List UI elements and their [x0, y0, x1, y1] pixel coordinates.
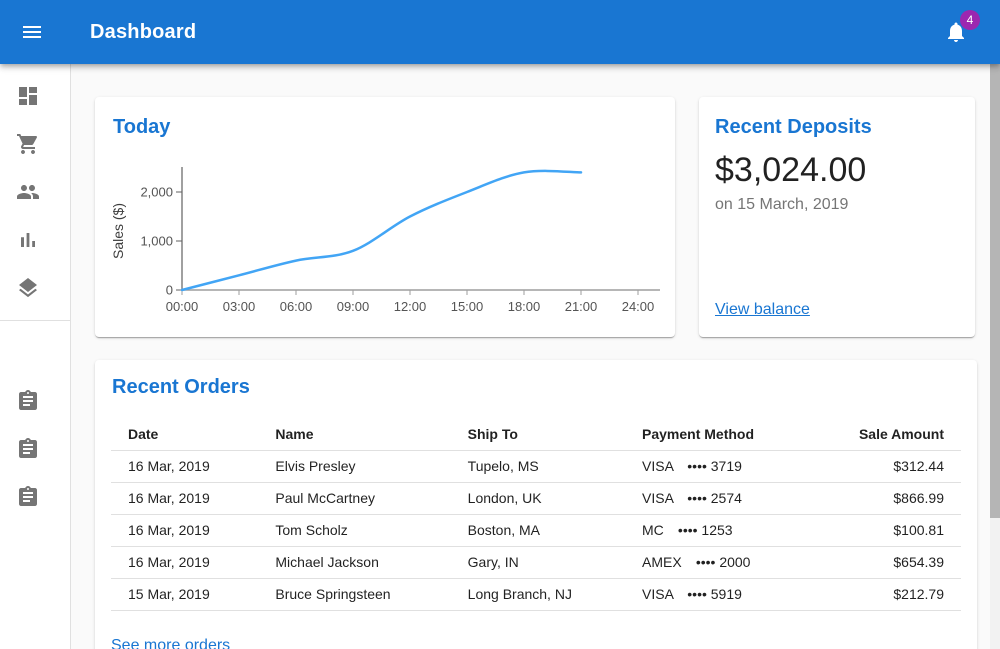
svg-text:2,000: 2,000 [140, 185, 173, 200]
notification-badge: 4 [960, 10, 980, 30]
table-row: 15 Mar, 2019Bruce SpringsteenLong Branch… [111, 578, 961, 610]
scrollbar-thumb[interactable] [990, 64, 1000, 518]
orders-table-body: 16 Mar, 2019Elvis PresleyTupelo, MSVISA … [111, 450, 961, 610]
table-cell: $654.39 [843, 546, 961, 578]
hamburger-icon [20, 20, 44, 44]
table-cell: Michael Jackson [259, 546, 451, 578]
assignment-icon [16, 437, 40, 461]
table-row: 16 Mar, 2019Paul McCartneyLondon, UKVISA… [111, 482, 961, 514]
scrollbar-track[interactable] [990, 64, 1000, 649]
sidebar-divider [0, 320, 70, 321]
svg-text:Sales ($): Sales ($) [110, 203, 126, 259]
table-cell: $100.81 [843, 514, 961, 546]
table-header-cell: Payment Method [626, 418, 843, 450]
table-cell: $312.44 [843, 450, 961, 482]
svg-text:21:00: 21:00 [565, 299, 598, 314]
sidebar-item-report-1[interactable] [0, 377, 70, 425]
table-cell: 15 Mar, 2019 [111, 578, 259, 610]
page-title: Dashboard [90, 0, 196, 64]
table-cell: AMEX ⠀•••• 2000 [626, 546, 843, 578]
table-row: 16 Mar, 2019Michael JacksonGary, INAMEX … [111, 546, 961, 578]
svg-text:03:00: 03:00 [223, 299, 256, 314]
bar-chart-icon [16, 228, 40, 252]
svg-text:12:00: 12:00 [394, 299, 427, 314]
sidebar-item-integrations[interactable] [0, 264, 70, 312]
svg-text:24:00: 24:00 [622, 299, 655, 314]
deposits-card-title: Recent Deposits [715, 113, 872, 141]
deposit-date: on 15 March, 2019 [715, 196, 848, 214]
sidebar-item-dashboard[interactable] [0, 72, 70, 120]
table-header-cell: Name [259, 418, 451, 450]
table-cell: Long Branch, NJ [452, 578, 626, 610]
table-cell: VISA ⠀•••• 3719 [626, 450, 843, 482]
table-header-row: DateNameShip ToPayment MethodSale Amount [111, 418, 961, 450]
sidebar-item-orders[interactable] [0, 120, 70, 168]
deposit-amount: $3,024.00 [715, 149, 866, 191]
orders-table: DateNameShip ToPayment MethodSale Amount… [111, 418, 961, 611]
layers-icon [16, 276, 40, 300]
svg-text:00:00: 00:00 [166, 299, 199, 314]
svg-text:1,000: 1,000 [140, 234, 173, 249]
table-cell: Bruce Springsteen [259, 578, 451, 610]
view-balance-link[interactable]: View balance [715, 301, 810, 319]
table-cell: Tom Scholz [259, 514, 451, 546]
table-cell: MC ⠀•••• 1253 [626, 514, 843, 546]
table-row: 16 Mar, 2019Elvis PresleyTupelo, MSVISA … [111, 450, 961, 482]
table-cell: $212.79 [843, 578, 961, 610]
menu-button[interactable] [20, 20, 44, 44]
dashboard-icon [16, 84, 40, 108]
people-icon [16, 180, 40, 204]
sidebar-item-customers[interactable] [0, 168, 70, 216]
svg-text:09:00: 09:00 [337, 299, 370, 314]
shopping-cart-icon [16, 132, 40, 156]
sidebar-item-report-3[interactable] [0, 473, 70, 521]
recent-orders-card: Recent Orders DateNameShip ToPayment Met… [95, 360, 977, 649]
see-more-orders-link[interactable]: See more orders [111, 637, 230, 649]
table-cell: Elvis Presley [259, 450, 451, 482]
sidebar-item-report-2[interactable] [0, 425, 70, 473]
table-cell: 16 Mar, 2019 [111, 514, 259, 546]
notifications-button[interactable]: 4 [944, 20, 968, 44]
table-header-cell: Date [111, 418, 259, 450]
sidebar-item-reports[interactable] [0, 216, 70, 264]
table-cell: 16 Mar, 2019 [111, 482, 259, 514]
svg-text:15:00: 15:00 [451, 299, 484, 314]
table-cell: VISA ⠀•••• 5919 [626, 578, 843, 610]
table-cell: Paul McCartney [259, 482, 451, 514]
assignment-icon [16, 485, 40, 509]
orders-card-title: Recent Orders [112, 373, 977, 401]
sidebar [0, 0, 71, 649]
table-row: 16 Mar, 2019Tom ScholzBoston, MAMC ⠀••••… [111, 514, 961, 546]
today-card: Today 0 1,000 2,000 00:00 03:00 06:00 09:00 12:… [95, 97, 675, 337]
svg-text:18:00: 18:00 [508, 299, 541, 314]
table-cell: VISA ⠀•••• 2574 [626, 482, 843, 514]
today-card-title: Today [113, 113, 170, 141]
table-cell: London, UK [452, 482, 626, 514]
sales-line-chart: 0 1,000 2,000 00:00 03:00 06:00 09:00 12:00 15:0… [103, 149, 667, 329]
table-cell: Gary, IN [452, 546, 626, 578]
table-cell: Tupelo, MS [452, 450, 626, 482]
assignment-icon [16, 389, 40, 413]
appbar: Dashboard 4 [0, 0, 1000, 64]
table-header-cell: Sale Amount [843, 418, 961, 450]
table-cell: 16 Mar, 2019 [111, 546, 259, 578]
table-cell: Boston, MA [452, 514, 626, 546]
table-cell: 16 Mar, 2019 [111, 450, 259, 482]
table-header-cell: Ship To [452, 418, 626, 450]
svg-text:06:00: 06:00 [280, 299, 313, 314]
svg-text:0: 0 [166, 283, 173, 298]
table-cell: $866.99 [843, 482, 961, 514]
recent-deposits-card: Recent Deposits $3,024.00 on 15 March, 2… [699, 97, 975, 337]
